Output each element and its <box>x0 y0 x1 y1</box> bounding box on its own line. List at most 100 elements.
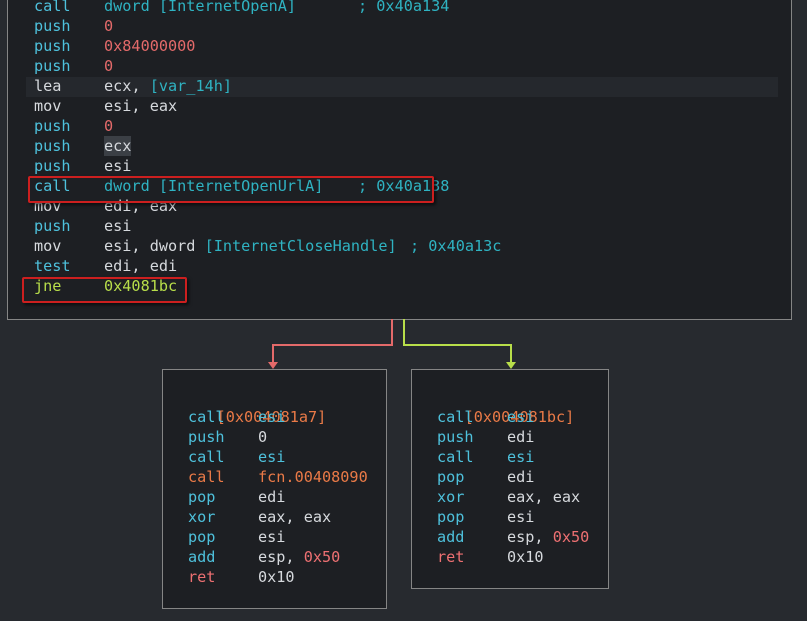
operand-number: 0x50 <box>552 528 590 546</box>
mnemonic: lea <box>34 77 62 95</box>
asm-line[interactable]: push esi <box>8 216 131 236</box>
mnemonic: pop <box>188 488 216 506</box>
asm-line[interactable]: pop edi <box>412 467 608 487</box>
asm-line[interactable]: call esi <box>163 447 386 467</box>
edge-true-arrowhead <box>506 362 516 369</box>
asm-line[interactable]: test edi, edi <box>8 256 177 276</box>
operand: 0x84000000 <box>104 37 196 55</box>
mnemonic: ret <box>188 568 216 586</box>
operand: esi <box>507 448 535 466</box>
mnemonic: call <box>437 408 474 426</box>
asm-line[interactable]: push edi <box>412 427 608 447</box>
edge-true-path <box>403 319 512 364</box>
operand-number: 0x50 <box>303 548 341 566</box>
mnemonic: xor <box>188 508 216 526</box>
mnemonic: call <box>188 448 225 466</box>
operand: esi <box>258 528 286 546</box>
asm-line[interactable]: add esp, 0x50 <box>412 527 608 547</box>
operand: 0x10 <box>507 548 544 566</box>
operand: esi <box>258 448 286 466</box>
asm-line[interactable]: push 0 <box>8 116 113 136</box>
asm-line[interactable]: xor eax, eax <box>163 507 386 527</box>
comment: ; 0x40a13c <box>410 237 502 255</box>
asm-line[interactable]: mov esi, eax <box>8 96 177 116</box>
asm-line[interactable]: ret 0x10 <box>412 547 608 567</box>
mnemonic: pop <box>437 468 465 486</box>
asm-line[interactable]: push 0 <box>163 427 386 447</box>
operand: edi <box>507 428 535 446</box>
asm-line[interactable]: lea ecx, [var_14h] <box>8 76 232 96</box>
mnemonic: call <box>188 468 225 486</box>
mnemonic: add <box>437 528 465 546</box>
mnemonic: push <box>34 217 71 235</box>
operand: esi <box>258 408 286 426</box>
operand: 0 <box>258 428 268 446</box>
operand: dword [InternetOpenA] <box>104 0 297 15</box>
operand: ecx, [var_14h] <box>104 76 232 96</box>
operand-register: esp, <box>258 548 304 566</box>
mnemonic: pop <box>437 508 465 526</box>
mnemonic: push <box>34 117 71 135</box>
operand: ecx <box>104 136 132 156</box>
mnemonic: call <box>437 448 474 466</box>
true-branch-block[interactable]: [0x004081bc] call esi push edi call esi … <box>411 369 609 589</box>
asm-line[interactable]: add esp, 0x50 <box>163 547 386 567</box>
false-branch-block[interactable]: [0x004081a7] call esi push 0 call esi ca… <box>162 369 387 609</box>
mnemonic: push <box>34 157 71 175</box>
asm-line[interactable]: push 0 <box>8 16 113 36</box>
operand: eax, eax <box>258 508 332 526</box>
comment: ; 0x40a134 <box>358 0 450 15</box>
asm-line[interactable]: push esi <box>8 156 131 176</box>
operand-variable: [InternetCloseHandle] <box>204 237 397 255</box>
highlight-box-jne <box>22 277 187 303</box>
operand: eax, eax <box>507 488 581 506</box>
asm-line[interactable]: call esi <box>412 447 608 467</box>
asm-line[interactable]: call esi <box>412 407 608 427</box>
asm-line[interactable]: push 0x84000000 <box>8 36 195 56</box>
asm-line[interactable]: xor eax, eax <box>412 487 608 507</box>
operand: esi <box>104 217 132 235</box>
operand: 0 <box>104 17 114 35</box>
asm-line[interactable]: pop esi <box>163 527 386 547</box>
asm-line[interactable]: mov esi, dword [InternetCloseHandle] ; 0… <box>8 236 501 256</box>
highlight-box-internetopenurla <box>28 176 434 203</box>
operand-register: esp, <box>507 528 553 546</box>
operand-separator: , <box>131 77 150 95</box>
operand-register: ecx <box>104 77 132 95</box>
operand: 0 <box>104 117 114 135</box>
operand-register: esi, dword <box>104 237 205 255</box>
asm-line[interactable]: pop esi <box>412 507 608 527</box>
operand: edi, edi <box>104 257 178 275</box>
operand: esi <box>104 157 132 175</box>
mnemonic: mov <box>34 97 62 115</box>
mnemonic: push <box>34 57 71 75</box>
edge-false-path <box>272 319 393 364</box>
asm-line[interactable]: push 0 <box>8 56 113 76</box>
mnemonic: push <box>34 17 71 35</box>
operand: esi <box>507 508 535 526</box>
asm-line[interactable]: call esi <box>163 407 386 427</box>
operand: esi, eax <box>104 97 178 115</box>
operand: esp, 0x50 <box>258 547 340 567</box>
asm-line[interactable]: ret 0x10 <box>163 567 386 587</box>
operand: fcn.00408090 <box>258 468 368 486</box>
main-basic-block[interactable]: call dword [InternetOpenA] ; 0x40a134 pu… <box>7 0 792 320</box>
asm-line[interactable]: push ecx <box>8 136 132 156</box>
operand: esp, 0x50 <box>507 527 589 547</box>
mnemonic: push <box>34 37 71 55</box>
asm-line[interactable]: pop edi <box>163 487 386 507</box>
operand: 0 <box>104 57 114 75</box>
mnemonic: mov <box>34 237 62 255</box>
mnemonic: push <box>188 428 225 446</box>
asm-line[interactable]: call dword [InternetOpenA] ; 0x40a134 <box>8 0 449 16</box>
mnemonic: test <box>34 257 71 275</box>
mnemonic: ret <box>437 548 465 566</box>
operand: edi <box>507 468 535 486</box>
asm-line[interactable]: call fcn.00408090 <box>163 467 386 487</box>
mnemonic: add <box>188 548 216 566</box>
mnemonic: call <box>34 0 71 15</box>
edge-false-arrowhead <box>268 362 278 369</box>
mnemonic: call <box>188 408 225 426</box>
operand: esi <box>507 408 535 426</box>
mnemonic: push <box>34 137 71 155</box>
